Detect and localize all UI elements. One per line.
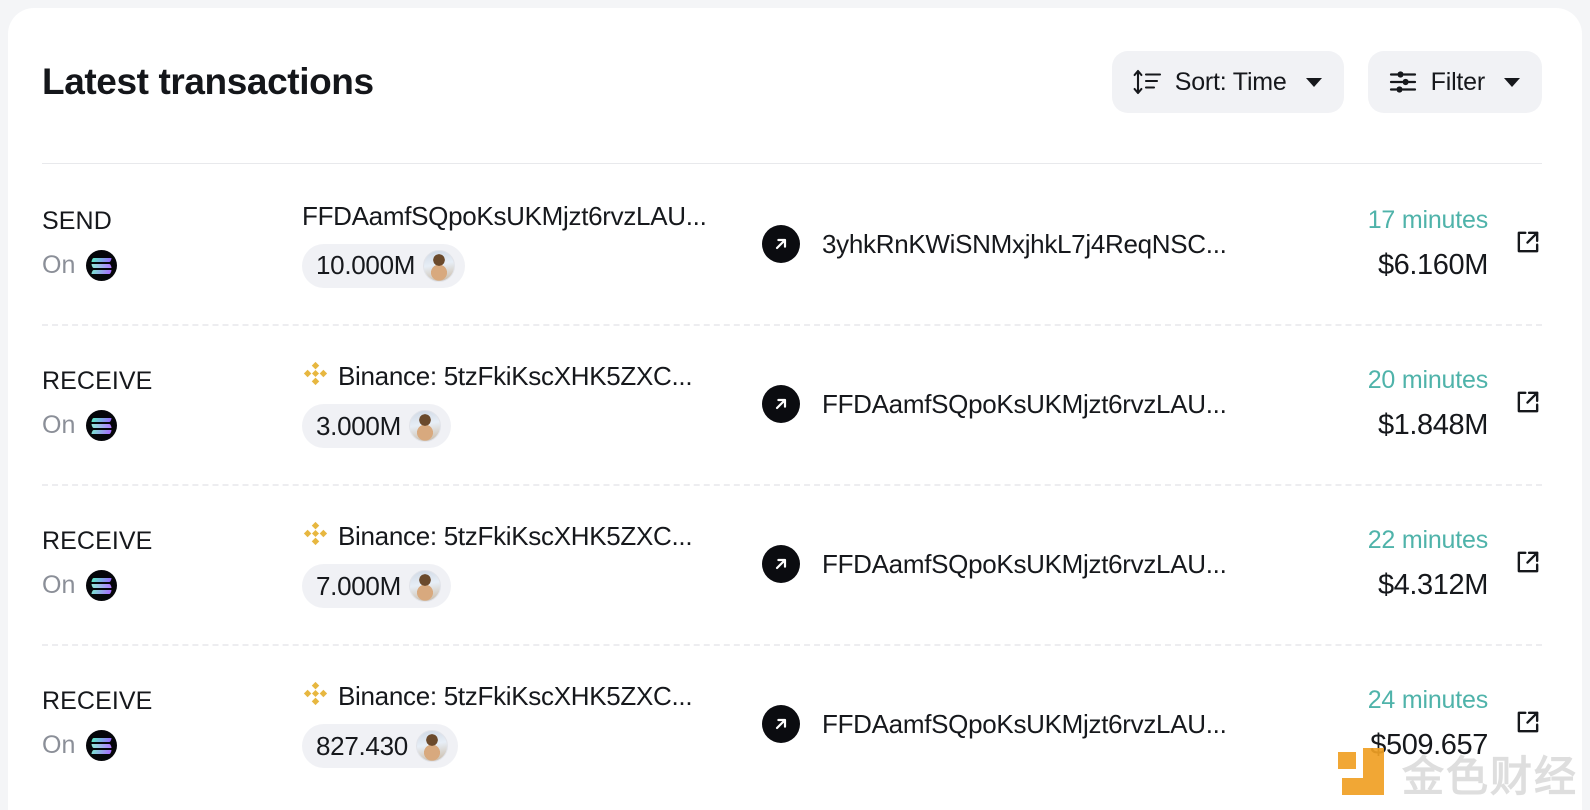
- meta-cell: 22 minutes $4.312M: [1318, 526, 1489, 602]
- sort-button-label: Sort: Time: [1174, 67, 1287, 96]
- from-address-line: FFDAamfSQpoKsUKMjzt6rvzLAU...: [302, 201, 762, 232]
- sort-button[interactable]: Sort: Time: [1111, 51, 1344, 113]
- chain-line: On: [42, 250, 292, 281]
- to-cell: FFDAamfSQpoKsUKMjzt6rvzLAU...: [822, 709, 1318, 740]
- transfer-arrow-icon: [762, 385, 800, 423]
- token-avatar: [408, 410, 441, 442]
- time-ago: 22 minutes: [1367, 526, 1488, 554]
- meta-cell: 17 minutes $6.160M: [1318, 206, 1489, 282]
- direction-label: RECEIVE: [42, 367, 153, 395]
- link-cell: [1488, 388, 1542, 421]
- from-cell: Binance: 5tzFkiKscXHK5ZXC... 827.430: [292, 680, 762, 768]
- solana-logo-icon: [86, 410, 118, 441]
- direction-cell: RECEIVE On: [42, 367, 292, 441]
- from-address[interactable]: Binance: 5tzFkiKscXHK5ZXC...: [338, 681, 693, 712]
- meta-cell: 20 minutes $1.848M: [1318, 366, 1489, 442]
- chain-prefix: On: [42, 571, 76, 599]
- table-row[interactable]: SEND On FFDAamfSQpoKsUKMjzt6rvzLAU... 10…: [8, 164, 1582, 324]
- from-address[interactable]: FFDAamfSQpoKsUKMjzt6rvzLAU...: [302, 201, 707, 232]
- from-cell: Binance: 5tzFkiKscXHK5ZXC... 7.000M: [292, 520, 762, 608]
- chain-line: On: [42, 730, 292, 761]
- time-ago: 24 minutes: [1367, 686, 1488, 714]
- table-row[interactable]: RECEIVE On Binance: 5tzFkiKscXHK5ZXC... …: [8, 324, 1582, 484]
- amount-pill: 827.430: [302, 724, 458, 768]
- latest-transactions-card: Latest transactions Sort: Time Filter SE…: [8, 8, 1582, 810]
- table-row[interactable]: RECEIVE On Binance: 5tzFkiKscXHK5ZXC... …: [8, 484, 1582, 644]
- filter-button-label: Filter: [1430, 67, 1486, 96]
- time-ago: 17 minutes: [1367, 206, 1488, 234]
- transfer-arrow-icon: [762, 705, 800, 743]
- external-link-icon[interactable]: [1514, 708, 1542, 741]
- amount-value: 3.000M: [316, 410, 401, 441]
- external-link-icon[interactable]: [1514, 548, 1542, 581]
- from-address-line: Binance: 5tzFkiKscXHK5ZXC...: [302, 680, 762, 712]
- token-avatar: [415, 730, 448, 762]
- transfer-arrow-icon: [762, 545, 800, 583]
- chain-prefix: On: [42, 731, 76, 759]
- amount-pill: 3.000M: [302, 404, 451, 448]
- usd-value: $1.848M: [1377, 409, 1488, 441]
- amount-value: 10.000M: [316, 250, 416, 280]
- link-cell: [1488, 548, 1542, 581]
- solana-logo-icon: [86, 250, 118, 281]
- time-ago: 20 minutes: [1367, 366, 1488, 394]
- transactions-page: Latest transactions Sort: Time Filter SE…: [0, 0, 1590, 810]
- external-link-icon[interactable]: [1514, 228, 1542, 261]
- filter-button[interactable]: Filter: [1367, 51, 1542, 113]
- solana-logo-icon: [86, 570, 118, 601]
- to-address[interactable]: FFDAamfSQpoKsUKMjzt6rvzLAU...: [822, 709, 1227, 739]
- from-cell: FFDAamfSQpoKsUKMjzt6rvzLAU... 10.000M: [292, 201, 762, 288]
- chevron-down-icon: [1305, 77, 1322, 87]
- binance-logo-icon: [302, 680, 329, 712]
- usd-value: $509.657: [1370, 729, 1488, 761]
- binance-logo-icon: [302, 520, 329, 552]
- amount-value: 7.000M: [316, 570, 401, 601]
- amount-pill: 7.000M: [302, 564, 451, 608]
- filter-sliders-icon: [1388, 68, 1418, 96]
- table-row[interactable]: RECEIVE On Binance: 5tzFkiKscXHK5ZXC... …: [8, 644, 1582, 804]
- to-address[interactable]: 3yhkRnKWiSNMxjhkL7j4ReqNSC...: [822, 229, 1227, 259]
- direction-label: RECEIVE: [42, 527, 153, 555]
- page-title: Latest transactions: [42, 61, 374, 102]
- external-link-icon[interactable]: [1514, 388, 1542, 421]
- token-avatar: [408, 570, 441, 602]
- from-address[interactable]: Binance: 5tzFkiKscXHK5ZXC...: [338, 361, 693, 392]
- chain-line: On: [42, 410, 292, 441]
- link-cell: [1488, 708, 1542, 741]
- from-cell: Binance: 5tzFkiKscXHK5ZXC... 3.000M: [292, 360, 762, 448]
- header-actions: Sort: Time Filter: [1111, 51, 1542, 113]
- sort-icon: [1132, 68, 1162, 96]
- direction-cell: SEND On: [42, 207, 292, 281]
- direction-label: RECEIVE: [42, 687, 153, 715]
- to-cell: 3yhkRnKWiSNMxjhkL7j4ReqNSC...: [822, 229, 1318, 260]
- solana-logo-icon: [86, 730, 118, 761]
- direction-cell: RECEIVE On: [42, 527, 292, 601]
- transfer-arrow-icon: [762, 225, 800, 263]
- from-address-line: Binance: 5tzFkiKscXHK5ZXC...: [302, 520, 762, 552]
- amount-value: 827.430: [316, 730, 408, 761]
- to-address[interactable]: FFDAamfSQpoKsUKMjzt6rvzLAU...: [822, 389, 1227, 419]
- amount-pill: 10.000M: [302, 243, 466, 288]
- link-cell: [1488, 228, 1542, 261]
- to-address[interactable]: FFDAamfSQpoKsUKMjzt6rvzLAU...: [822, 549, 1227, 579]
- chain-prefix: On: [42, 251, 76, 279]
- binance-logo-icon: [302, 360, 329, 392]
- to-cell: FFDAamfSQpoKsUKMjzt6rvzLAU...: [822, 389, 1318, 420]
- chain-line: On: [42, 570, 292, 601]
- from-address[interactable]: Binance: 5tzFkiKscXHK5ZXC...: [338, 521, 693, 552]
- from-address-line: Binance: 5tzFkiKscXHK5ZXC...: [302, 360, 762, 392]
- direction-label: SEND: [42, 207, 112, 235]
- direction-cell: RECEIVE On: [42, 687, 292, 761]
- usd-value: $6.160M: [1377, 249, 1488, 281]
- token-avatar: [423, 249, 456, 282]
- chain-prefix: On: [42, 411, 76, 439]
- transactions-list: SEND On FFDAamfSQpoKsUKMjzt6rvzLAU... 10…: [8, 164, 1582, 804]
- to-cell: FFDAamfSQpoKsUKMjzt6rvzLAU...: [822, 549, 1318, 580]
- card-header: Latest transactions Sort: Time Filter: [8, 8, 1582, 156]
- chevron-down-icon: [1504, 77, 1520, 87]
- meta-cell: 24 minutes $509.657: [1318, 686, 1489, 762]
- usd-value: $4.312M: [1377, 569, 1488, 601]
